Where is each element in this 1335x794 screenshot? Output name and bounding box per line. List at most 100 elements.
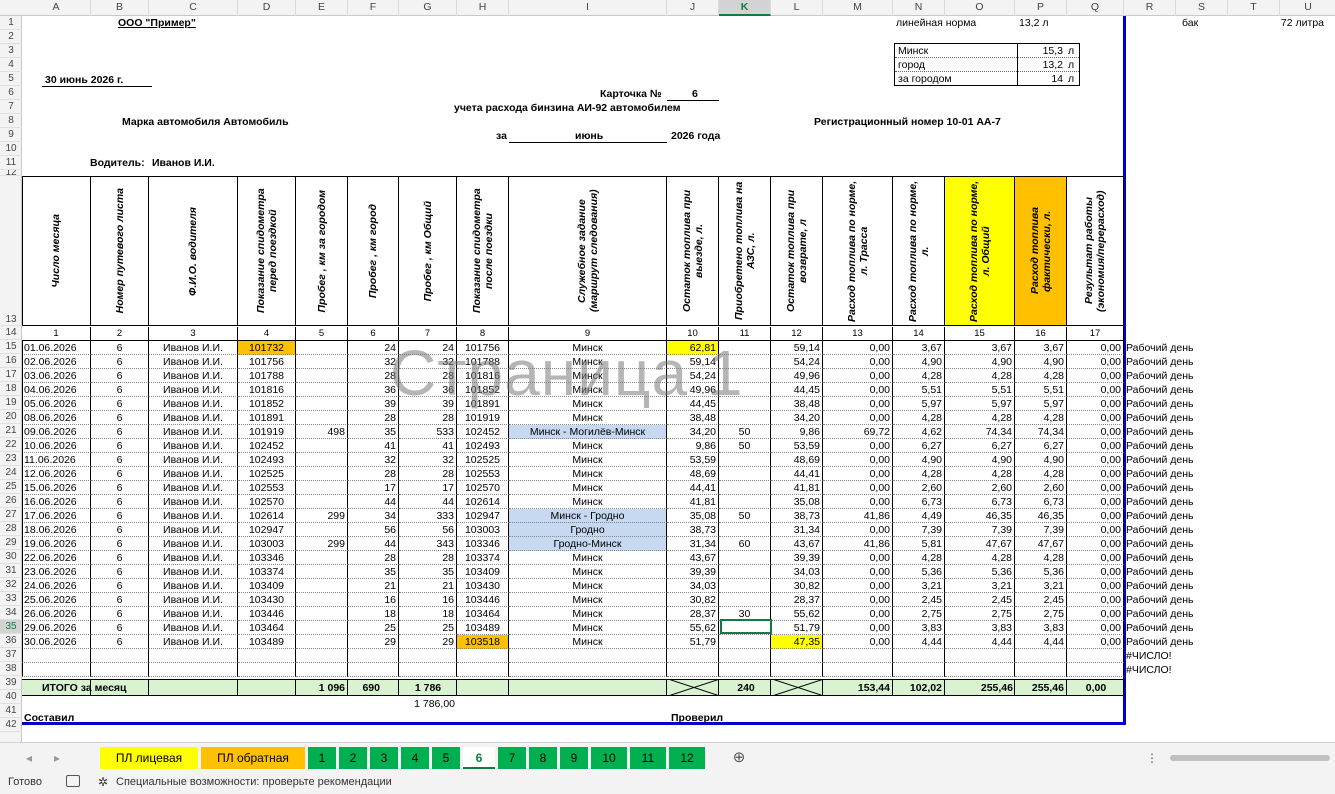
table-cell[interactable]: 28 [348,551,399,565]
table-cell[interactable]: 25 [348,621,399,635]
table-cell[interactable]: Иванов И.И. [149,411,238,425]
row-header-28[interactable]: 28 [0,522,22,536]
table-cell[interactable]: 0,00 [823,411,893,425]
table-header-6[interactable]: Пробег , км город [348,177,399,325]
row-header-37[interactable]: 37 [0,648,22,662]
table-cell[interactable]: 102493 [457,439,509,453]
day-type-note[interactable]: Рабочий день [1124,565,1324,579]
table-cell[interactable]: 3,83 [893,621,945,635]
table-cell[interactable]: 6,27 [945,439,1015,453]
period-month[interactable]: июнь [573,129,605,143]
table-cell[interactable]: 6,27 [1015,439,1067,453]
table-cell[interactable]: 102525 [457,453,509,467]
table-cell[interactable]: 03.06.2026 [22,369,91,383]
table-cell[interactable]: 6 [91,537,149,551]
table-cell[interactable]: Иванов И.И. [149,593,238,607]
column-header-C[interactable]: C [149,0,238,16]
day-type-note[interactable]: Рабочий день [1124,355,1324,369]
tank-value[interactable]: 72 литра [1242,16,1326,30]
table-cell[interactable]: 9,86 [771,425,823,439]
day-type-note[interactable]: Рабочий день [1124,481,1324,495]
table-cell[interactable]: 0,00 [823,607,893,621]
table-cell[interactable]: 0,00 [1067,425,1124,439]
table-cell[interactable]: 103346 [457,537,509,551]
table-cell[interactable]: 34,03 [771,565,823,579]
table-cell[interactable]: 35,08 [667,509,719,523]
norm-city-label[interactable]: город [896,58,927,72]
table-cell[interactable]: Иванов И.И. [149,537,238,551]
table-cell[interactable]: 28 [348,467,399,481]
sheet-tab-ПЛ лицевая[interactable]: ПЛ лицевая [100,747,198,769]
table-cell[interactable]: 4,28 [945,411,1015,425]
table-cell[interactable]: 54,24 [771,355,823,369]
day-type-note[interactable]: Рабочий день [1124,621,1324,635]
table-cell[interactable]: 28 [399,551,457,565]
more-options-icon[interactable]: ⋮ [1146,747,1158,769]
table-cell[interactable]: 6 [91,579,149,593]
row-header-8[interactable]: 8 [0,114,22,128]
table-cell[interactable]: 2,45 [945,593,1015,607]
table-cell[interactable]: 17 [399,481,457,495]
active-cell-cursor[interactable] [720,619,772,634]
table-cell[interactable]: 0,00 [823,635,893,649]
table-cell[interactable]: 103430 [238,593,296,607]
table-cell[interactable] [296,467,348,481]
table-cell[interactable]: 39,39 [771,551,823,565]
table-cell[interactable]: 5,51 [893,383,945,397]
table-cell[interactable]: 5,36 [945,565,1015,579]
empty-cell[interactable] [893,663,945,677]
empty-cell[interactable] [1067,649,1124,663]
table-cell[interactable]: 4,90 [1015,355,1067,369]
table-cell[interactable]: Минск [509,439,667,453]
table-cell[interactable]: 0,00 [1067,397,1124,411]
table-cell[interactable]: 4,28 [893,467,945,481]
table-cell[interactable]: 299 [296,537,348,551]
table-cell[interactable]: Минск [509,593,667,607]
table-cell[interactable]: 2,60 [893,481,945,495]
table-cell[interactable]: 28 [399,411,457,425]
table-cell[interactable]: 0,00 [823,383,893,397]
sheet-tab-2[interactable]: 2 [339,747,367,769]
table-cell[interactable]: 4,44 [1015,635,1067,649]
empty-cell[interactable] [238,663,296,677]
empty-cell[interactable] [348,663,399,677]
table-cell[interactable]: 34,20 [667,425,719,439]
table-cell[interactable]: 5,36 [1015,565,1067,579]
table-cell[interactable]: 2,75 [945,607,1015,621]
empty-cell[interactable] [22,649,91,663]
table-cell[interactable]: Минск [509,481,667,495]
table-cell[interactable]: 6,73 [1015,495,1067,509]
table-cell[interactable]: 103003 [457,523,509,537]
table-cell[interactable]: Иванов И.И. [149,355,238,369]
day-type-note[interactable]: Рабочий день [1124,453,1324,467]
table-cell[interactable]: 4,28 [893,411,945,425]
table-cell[interactable]: Иванов И.И. [149,579,238,593]
table-cell[interactable]: 101891 [457,397,509,411]
table-cell[interactable]: 28 [348,369,399,383]
table-cell[interactable]: Гродно [509,523,667,537]
period-for[interactable]: за [494,129,509,143]
table-cell[interactable]: 35 [399,565,457,579]
table-cell[interactable]: 31,34 [667,537,719,551]
table-cell[interactable] [719,481,771,495]
table-cell[interactable]: 44,41 [771,467,823,481]
linear-norm-label[interactable]: линейная норма [894,16,978,30]
table-cell[interactable]: 29 [348,635,399,649]
row-header-14[interactable]: 14 [0,326,22,340]
table-cell[interactable]: 6 [91,383,149,397]
day-type-note[interactable]: Рабочий день [1124,425,1324,439]
day-type-note[interactable]: Рабочий день [1124,607,1324,621]
table-header-2[interactable]: Номер путевого листа [91,177,149,325]
table-cell[interactable]: 103464 [457,607,509,621]
table-cell[interactable]: 0,00 [823,341,893,355]
table-cell[interactable]: 74,34 [1015,425,1067,439]
empty-cell[interactable] [771,663,823,677]
table-cell[interactable]: 103464 [238,621,296,635]
table-cell[interactable]: Минск [509,411,667,425]
table-cell[interactable]: 15.06.2026 [22,481,91,495]
table-cell[interactable]: 39 [348,397,399,411]
table-cell[interactable]: 41,81 [667,495,719,509]
table-cell[interactable]: 0,00 [1067,341,1124,355]
table-cell[interactable]: 38,73 [771,509,823,523]
column-number-cell[interactable]: 8 [457,327,509,341]
